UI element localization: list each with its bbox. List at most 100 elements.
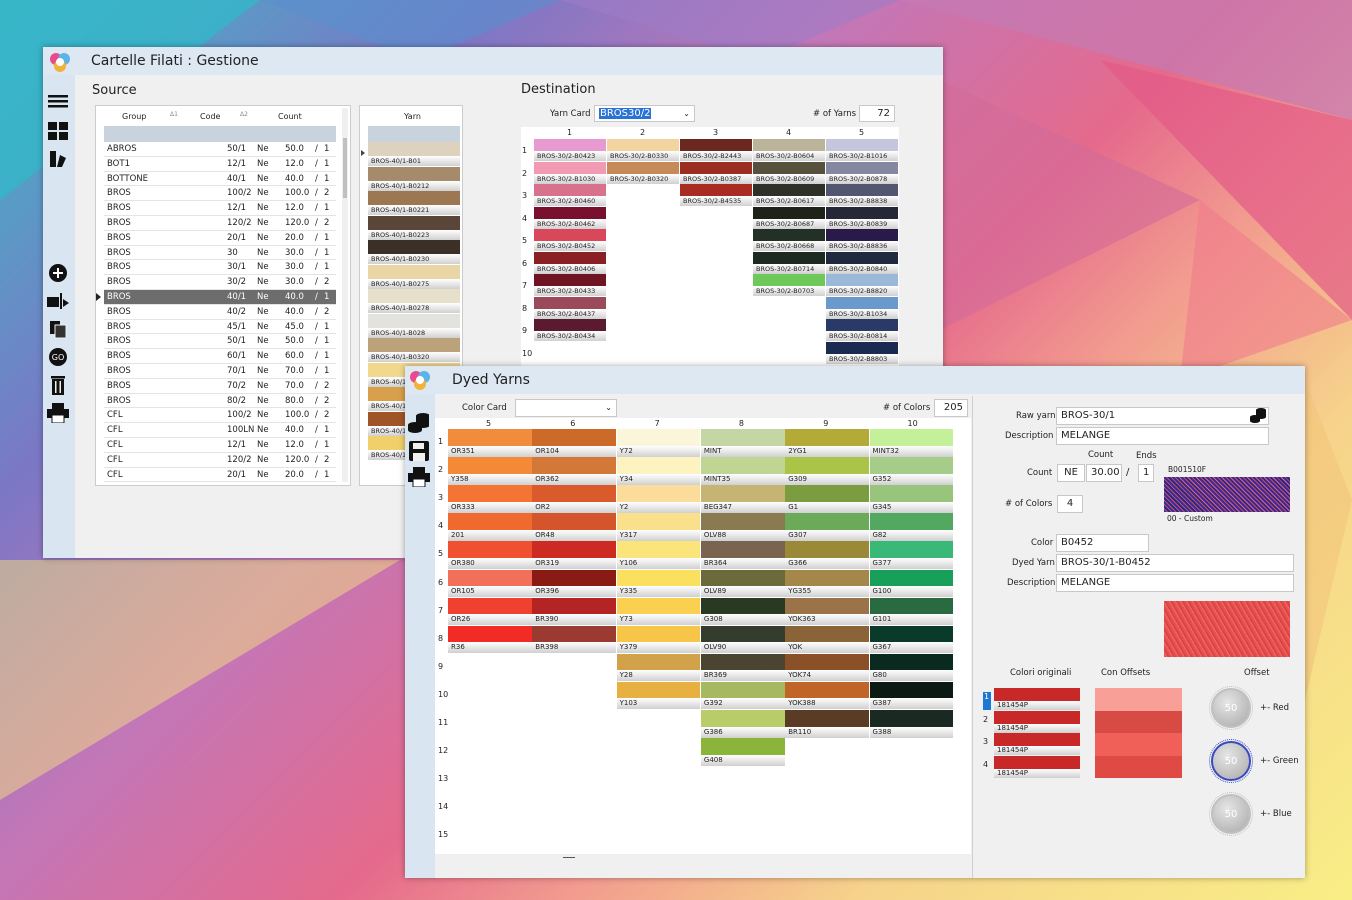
grid-view-icon[interactable]: [47, 121, 69, 141]
num-colors2-field[interactable]: 4: [1057, 495, 1083, 513]
color-cell[interactable]: G101: [869, 597, 954, 626]
print-icon[interactable]: [408, 467, 430, 487]
table-row[interactable]: BOT1 12/1 Ne 12.0 / 1: [104, 157, 336, 172]
color-cell[interactable]: OR362: [532, 457, 617, 485]
yarn-cell[interactable]: BROS-30/2-B0703: [753, 274, 825, 296]
original-color-swatch[interactable]: [994, 710, 1080, 724]
yarn-cell[interactable]: BROS-30/2-B0814: [826, 319, 898, 341]
color-card-select[interactable]: ⌄: [515, 399, 617, 417]
table-row[interactable]: CFL 20/1 Ne 20.0 / 1: [104, 468, 336, 483]
original-color-swatch[interactable]: [994, 755, 1080, 769]
color-cell[interactable]: OR48: [532, 513, 617, 541]
yarn-cell[interactable]: BROS-30/2-B0609: [753, 161, 825, 184]
color-cell[interactable]: BR398: [532, 625, 617, 654]
color-cell[interactable]: Y106: [616, 541, 701, 569]
color-cell[interactable]: BEG347: [700, 485, 785, 513]
count-value-field[interactable]: 30.00: [1086, 464, 1122, 482]
yarn-cell[interactable]: BROS-30/2-B0330: [607, 139, 679, 161]
color-cell[interactable]: 2YG1: [785, 429, 869, 457]
yarn-cell[interactable]: BROS-30/2-B0387: [680, 161, 752, 184]
scrollbar[interactable]: [342, 108, 348, 482]
save-icon[interactable]: [408, 441, 430, 461]
color-cell[interactable]: OLV88: [700, 513, 785, 541]
original-color-swatch[interactable]: [994, 733, 1080, 746]
yarn-cell[interactable]: BROS-30/2-B0406: [534, 251, 606, 274]
yarn-cell[interactable]: BROS-30/2-B0840: [826, 251, 898, 274]
yarn-swatch[interactable]: BROS-40/1-B01: [368, 142, 460, 166]
filter-row[interactable]: [368, 126, 460, 142]
yarn-swatch[interactable]: BROS-40/1-B0275: [368, 264, 460, 289]
color-cell[interactable]: OR105: [448, 569, 532, 598]
dyed-yarn-field[interactable]: BROS-30/1-B0452: [1056, 554, 1294, 572]
color-cell[interactable]: G408: [700, 738, 785, 766]
yarn-swatch[interactable]: BROS-40/1-B028: [368, 313, 460, 338]
color-cell[interactable]: Y34: [616, 457, 701, 485]
yarn-cell[interactable]: BROS-30/2-B1030: [534, 161, 606, 184]
yarn-cell[interactable]: BROS-30/2-B8838: [826, 184, 898, 206]
color-cell[interactable]: OR351: [448, 429, 532, 457]
color-cell[interactable]: BR110: [785, 710, 869, 738]
table-row[interactable]: BROS 70/1 Ne 70.0 / 1: [104, 364, 336, 379]
yarn-cell[interactable]: BROS-30/2-B1034: [826, 296, 898, 319]
table-row[interactable]: BROS 30/1 Ne 30.0 / 1: [104, 260, 336, 276]
yarn-cell[interactable]: BROS-30/2-B0433: [534, 274, 606, 296]
table-row[interactable]: CFL 120/2 Ne 120.0 / 2: [104, 453, 336, 468]
database-icon[interactable]: [407, 412, 429, 433]
color-cell[interactable]: Y317: [616, 513, 701, 541]
color-cell[interactable]: G80: [869, 653, 954, 682]
yarn-cell[interactable]: BROS-30/2-B0617: [753, 184, 825, 206]
yarn-card-select[interactable]: BROS30/2 ⌄: [594, 105, 695, 122]
color-cell[interactable]: OR333: [448, 485, 532, 513]
color-palette-icon[interactable]: [47, 149, 69, 169]
color-cell[interactable]: R36: [448, 625, 532, 654]
table-row[interactable]: BROS 80/2 Ne 80.0 / 2: [104, 394, 336, 409]
count-unit-field[interactable]: NE: [1057, 464, 1085, 482]
filter-row[interactable]: [104, 126, 336, 142]
color-cell[interactable]: G1: [785, 485, 869, 513]
color-cell[interactable]: Y72: [616, 429, 701, 457]
table-row[interactable]: BOTTONE 40/1 Ne 40.0 / 1: [104, 172, 336, 187]
color-cell[interactable]: BR364: [700, 541, 785, 569]
col-header-code[interactable]: Code: [200, 112, 220, 121]
yarn-cell[interactable]: BROS-30/2-B0462: [534, 206, 606, 229]
go-icon[interactable]: GO: [47, 347, 69, 367]
yarn-cell[interactable]: BROS-30/2-B0423: [534, 139, 606, 161]
color-cell[interactable]: BR390: [532, 597, 617, 626]
yarn-cell[interactable]: BROS-30/2-B8836: [826, 229, 898, 251]
ends-field[interactable]: 1: [1138, 464, 1154, 482]
table-row[interactable]: BROS 12/1 Ne 12.0 / 1: [104, 201, 336, 216]
database-icon[interactable]: [1249, 406, 1267, 424]
color-cell[interactable]: G367: [869, 625, 954, 654]
table-row[interactable]: BROS 45/1 Ne 45.0 / 1: [104, 320, 336, 335]
color-cell[interactable]: YOK: [785, 625, 869, 654]
color-cell[interactable]: BR369: [700, 653, 785, 682]
color-cell[interactable]: Y335: [616, 569, 701, 598]
yarn-swatch[interactable]: BROS-40/1-B0221: [368, 191, 460, 215]
color-cell[interactable]: Y28: [616, 653, 701, 682]
color-cell[interactable]: G309: [785, 457, 869, 485]
yarn-cell[interactable]: BROS-30/2-B0878: [826, 161, 898, 184]
yarn-swatch[interactable]: BROS-40/1-B0212: [368, 166, 460, 191]
table-row[interactable]: CFL 12/1 Ne 12.0 / 1: [104, 438, 336, 453]
color-cell[interactable]: OR319: [532, 541, 617, 569]
transfer-icon[interactable]: [47, 291, 69, 311]
table-row[interactable]: BROS 100/2 Ne 100.0 / 2: [104, 186, 336, 202]
yarn-cell[interactable]: BROS-30/2-B8820: [826, 274, 898, 296]
num-colors-field[interactable]: 205: [934, 399, 968, 417]
table-row[interactable]: BROS 30/2 Ne 30.0 / 2: [104, 275, 336, 290]
color-cell[interactable]: G82: [869, 513, 954, 541]
yarn-swatch[interactable]: BROS-40/1-B0223: [368, 215, 460, 240]
color-field[interactable]: B0452: [1056, 534, 1149, 552]
yarn-cell[interactable]: BROS-30/2-B0460: [534, 184, 606, 206]
raw-yarn-field[interactable]: BROS-30/1: [1056, 407, 1269, 425]
color-cell[interactable]: OR104: [532, 429, 617, 457]
num-yarns-field[interactable]: 72: [859, 105, 895, 122]
yarn-cell[interactable]: BROS-30/2-B0437: [534, 296, 606, 319]
color-cell[interactable]: G387: [869, 681, 954, 710]
offset-knob[interactable]: 50: [1211, 688, 1251, 728]
color-cell[interactable]: OLV89: [700, 569, 785, 598]
resize-handle[interactable]: [563, 857, 575, 858]
yarn-cell[interactable]: BROS-30/2-B4535: [680, 184, 752, 206]
color-cell[interactable]: G386: [700, 710, 785, 738]
table-row[interactable]: BROS 70/2 Ne 70.0 / 2: [104, 379, 336, 394]
